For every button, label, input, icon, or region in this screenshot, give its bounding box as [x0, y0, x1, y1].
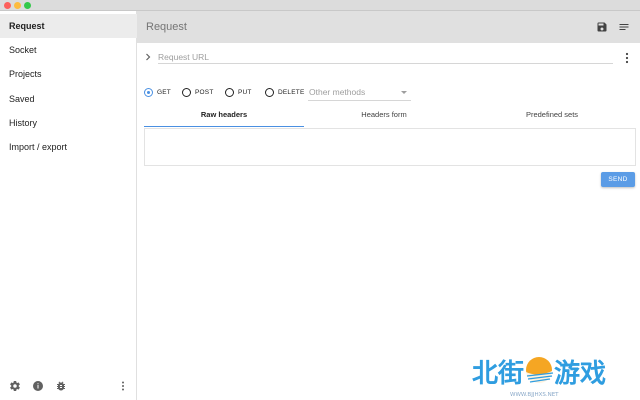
radio-get[interactable] — [144, 88, 153, 97]
radio-put[interactable] — [225, 88, 234, 97]
close-window-button[interactable] — [4, 2, 11, 9]
url-row — [137, 43, 640, 73]
tab-predefined-sets[interactable]: Predefined sets — [472, 105, 632, 127]
radio-post[interactable] — [182, 88, 191, 97]
bug-icon[interactable] — [55, 380, 67, 392]
more-vert-icon[interactable] — [117, 380, 129, 392]
title-bar — [0, 0, 640, 11]
watermark-url: WWW.BJJHXS.NET — [510, 392, 559, 398]
method-label: PUT — [238, 89, 252, 96]
other-methods-dropdown[interactable]: Other methods — [308, 85, 411, 101]
sidebar-item-request[interactable]: Request — [0, 14, 137, 38]
info-icon[interactable] — [32, 380, 44, 392]
sidebar-item-saved[interactable]: Saved — [0, 87, 137, 111]
watermark-text-left: 北街 — [472, 359, 524, 389]
method-label: DELETE — [278, 89, 305, 96]
sidebar-item-projects[interactable]: Projects — [0, 62, 137, 86]
tab-raw-headers[interactable]: Raw headers — [144, 105, 304, 127]
watermark-text-right: 游戏 — [554, 359, 606, 389]
sidebar-item-import-export[interactable]: Import / export — [0, 135, 137, 159]
sidebar: Request Socket Projects Saved History Im… — [0, 11, 137, 400]
save-icon[interactable] — [596, 21, 608, 33]
raw-headers-textarea[interactable] — [144, 128, 636, 166]
page-title: Request — [146, 21, 187, 33]
chevron-right-icon[interactable] — [144, 53, 152, 61]
send-button[interactable]: SEND — [601, 172, 635, 187]
notes-icon[interactable] — [618, 21, 630, 33]
tab-headers-form[interactable]: Headers form — [304, 105, 464, 127]
method-selector: GET POST PUT DELETE Other methods — [137, 85, 640, 101]
method-label: GET — [157, 89, 171, 96]
other-methods-label: Other methods — [309, 87, 366, 97]
more-vert-icon[interactable] — [623, 52, 631, 64]
minimize-window-button[interactable] — [14, 2, 21, 9]
gear-icon[interactable] — [9, 380, 21, 392]
sidebar-footer — [0, 380, 137, 394]
radio-delete[interactable] — [265, 88, 274, 97]
main-header: Request — [137, 11, 640, 43]
request-url-input[interactable] — [158, 50, 613, 64]
method-label: POST — [195, 89, 214, 96]
maximize-window-button[interactable] — [24, 2, 31, 9]
sidebar-item-socket[interactable]: Socket — [0, 38, 137, 62]
dropdown-arrow-icon — [401, 91, 407, 94]
sidebar-item-history[interactable]: History — [0, 111, 137, 135]
request-panel: GET POST PUT DELETE Other methods Raw he… — [137, 43, 640, 400]
watermark-logo: 北街 游戏 WWW.BJJHXS.NET — [472, 357, 606, 398]
headers-tabs: Raw headers Headers form Predefined sets — [144, 105, 635, 127]
